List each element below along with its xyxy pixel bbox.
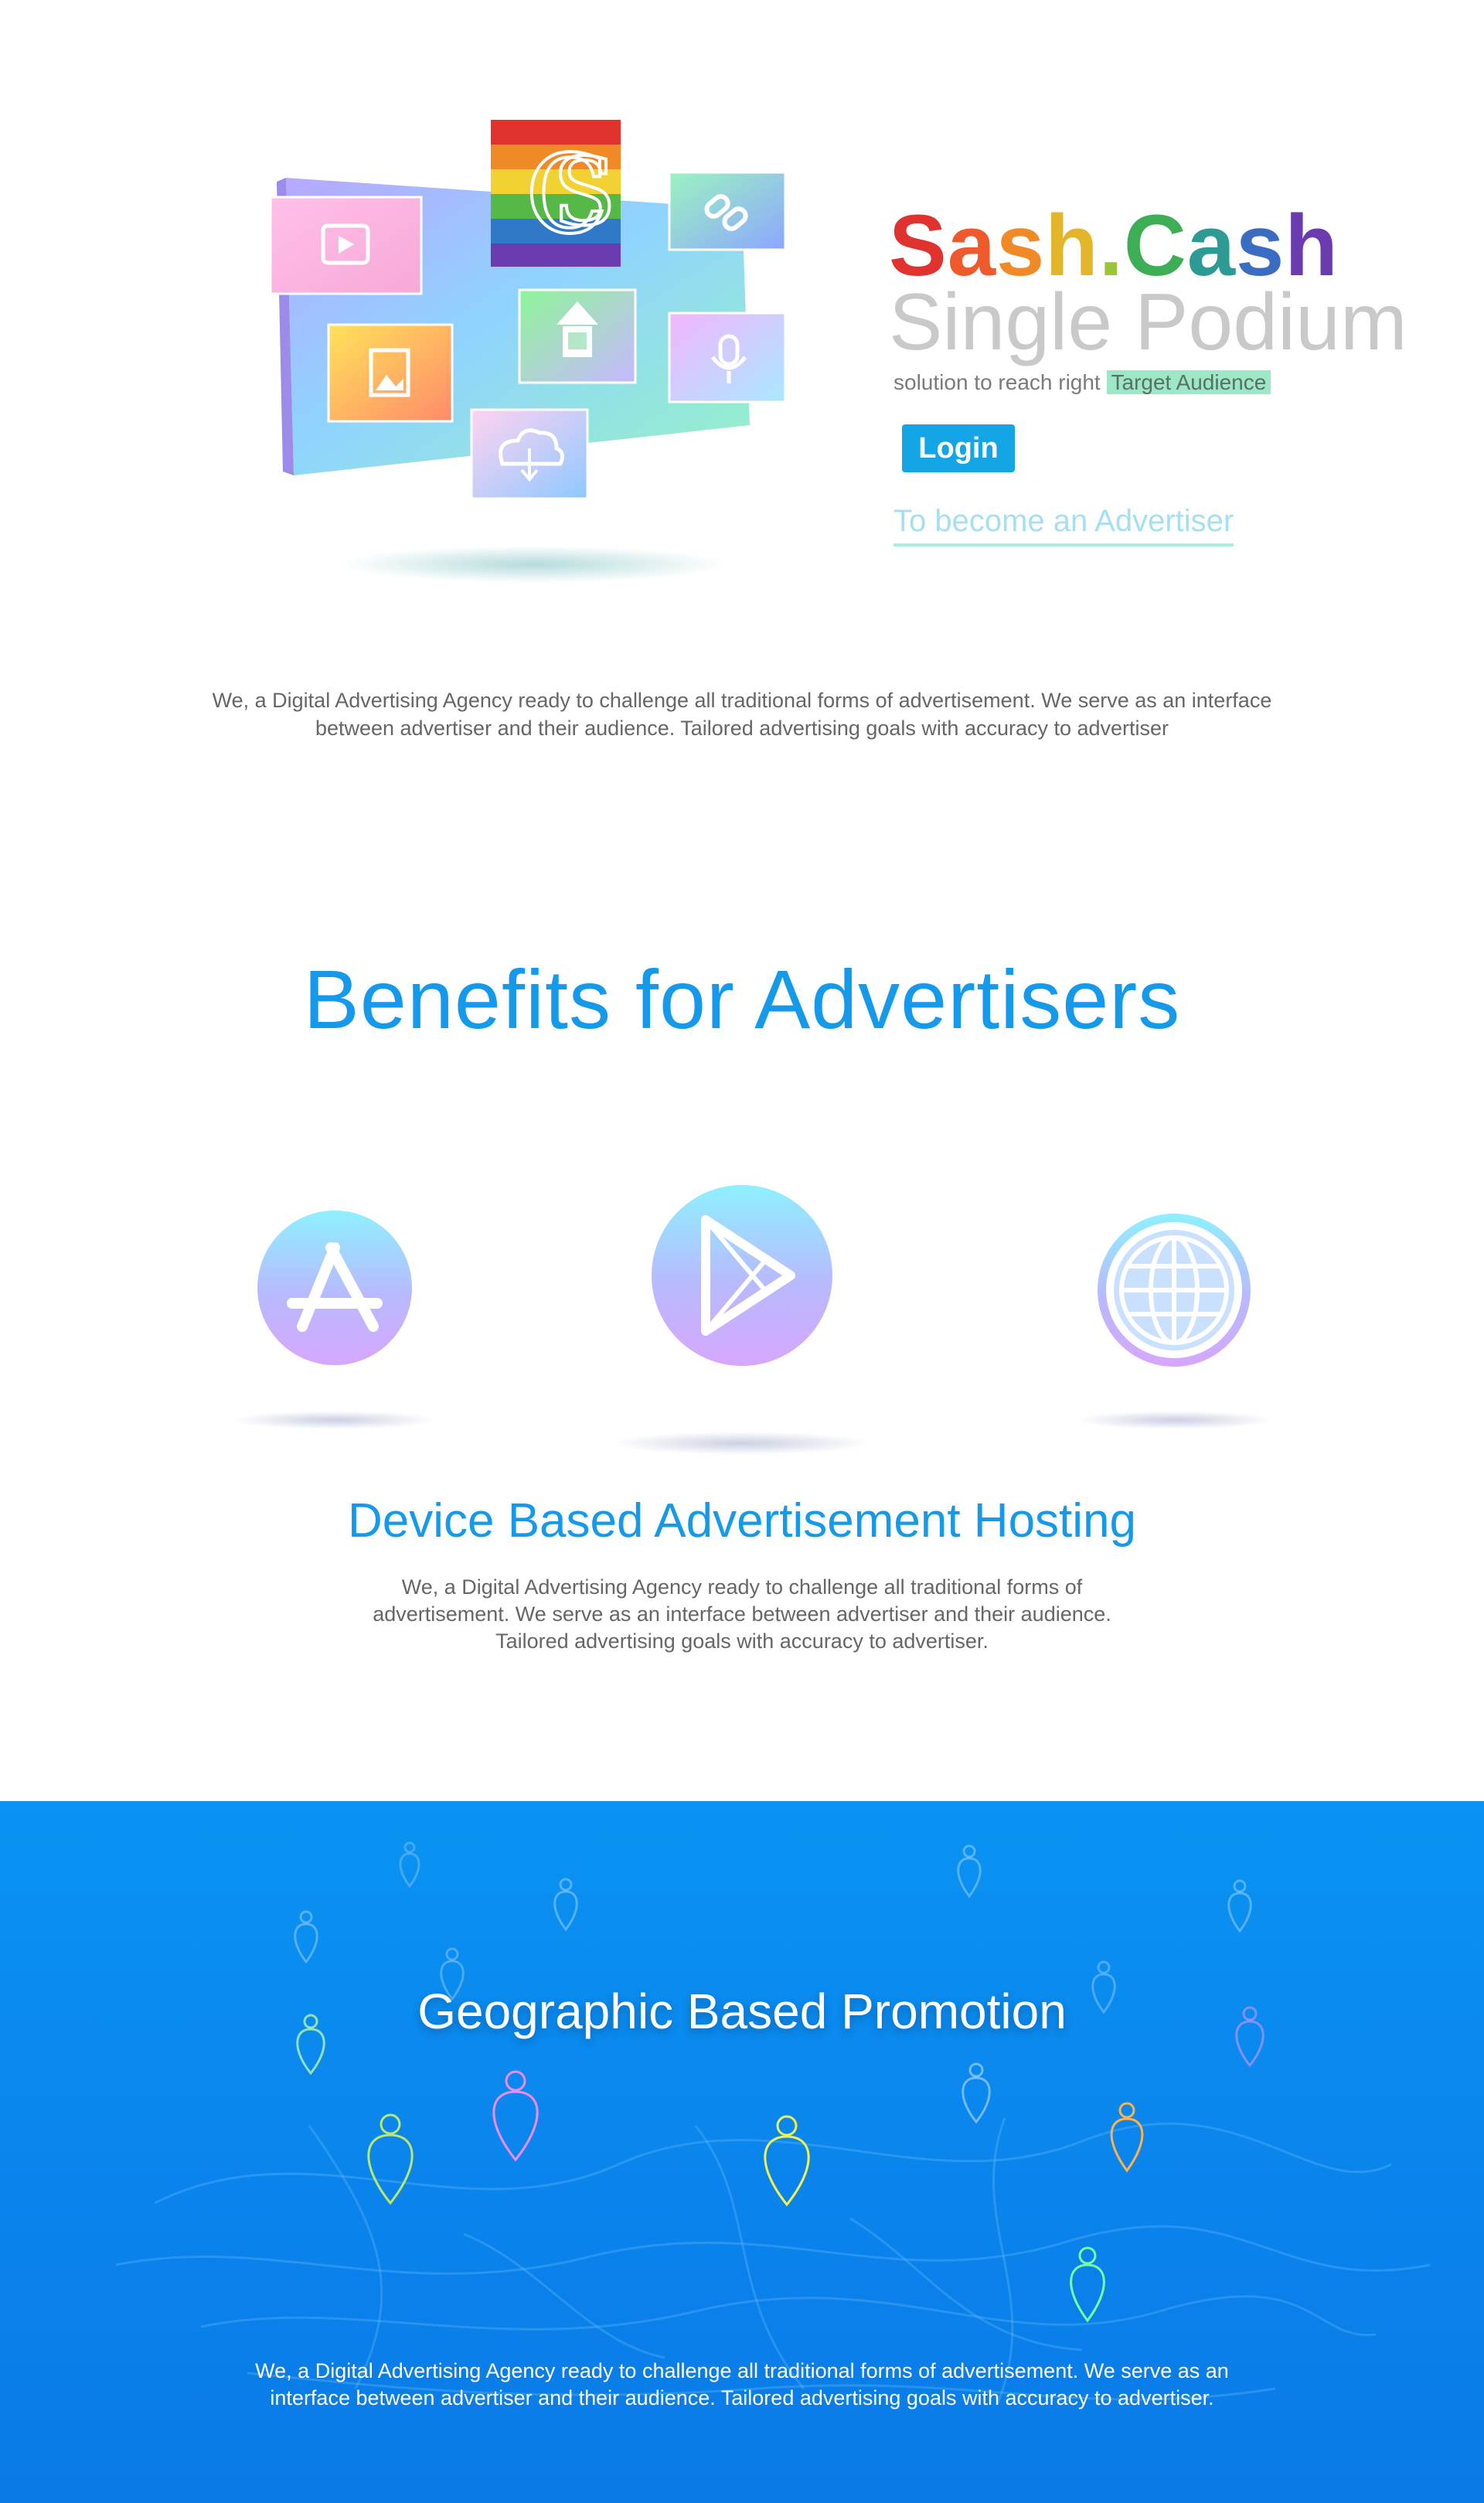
benefits-title: Benefits for Advertisers: [303, 952, 1181, 1046]
brand-letter: h: [1285, 197, 1339, 294]
brand-letter: s: [996, 197, 1046, 294]
brand-letter: a: [1186, 197, 1237, 294]
svg-text:S: S: [553, 139, 616, 247]
link-icon: [668, 171, 787, 251]
device-text: We, a Digital Advertising Agency ready t…: [373, 1575, 1111, 1653]
globe-shadow: [1074, 1411, 1275, 1429]
intro-text: We, a Digital Advertising Agency ready t…: [212, 689, 1272, 740]
cloud-download-icon: [470, 408, 589, 500]
home-icon: [518, 288, 637, 384]
globe-icon: [1098, 1214, 1251, 1367]
tagline-highlight: Target Audience: [1106, 370, 1271, 394]
brand-name: Sash.Cash: [889, 203, 1339, 289]
play-store-icon: [652, 1185, 832, 1366]
tagline-prefix: solution to reach right: [893, 370, 1101, 394]
brand-letter: s: [1236, 197, 1285, 294]
geo-text: We, a Digital Advertising Agency ready t…: [255, 2359, 1229, 2409]
login-button[interactable]: Login: [902, 424, 1015, 472]
app-store-icon: [257, 1211, 412, 1365]
geo-section: Geographic Based Promotion We, a Digital…: [0, 1801, 1484, 2503]
video-icon: [269, 196, 423, 295]
brand-letter: C: [1123, 197, 1187, 294]
app-store-shadow: [232, 1411, 437, 1429]
tagline: solution to reach right Target Audience: [893, 369, 1271, 396]
geo-title: Geographic Based Promotion: [417, 1984, 1067, 2039]
microphone-icon: [668, 312, 787, 404]
brand-letter: S: [889, 197, 948, 294]
image-icon: [327, 323, 454, 423]
become-advertiser-link[interactable]: To become an Advertiser: [893, 504, 1234, 547]
brand-letter: a: [947, 197, 996, 294]
play-store-shadow: [611, 1432, 873, 1455]
device-title: Device Based Advertisement Hosting: [347, 1494, 1137, 1548]
logo-icon: C S: [491, 120, 621, 267]
subtitle: Single Podium: [889, 278, 1407, 367]
brand-letter: h: [1045, 197, 1099, 294]
brand-letter: .: [1098, 197, 1124, 294]
hero-illustration: C S: [232, 108, 819, 618]
